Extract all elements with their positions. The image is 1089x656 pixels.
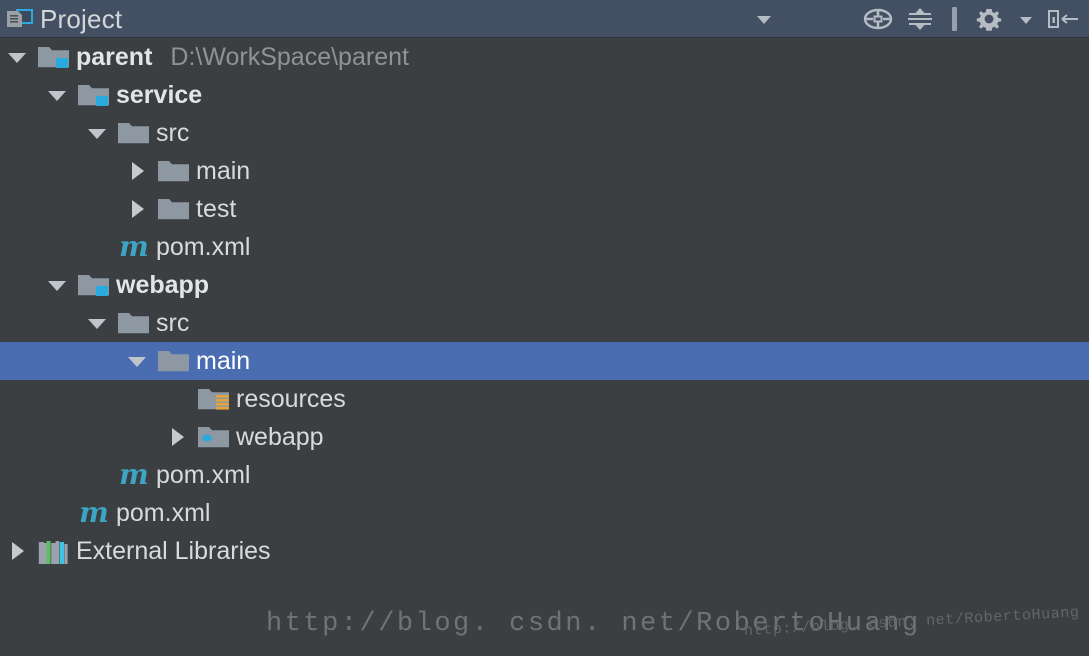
tree-row[interactable]: m pom.xml: [0, 456, 1089, 494]
tree-toggle-collapsed[interactable]: [120, 190, 154, 228]
tool-window-title: Project: [40, 3, 123, 34]
folder-icon: [154, 152, 194, 190]
tree-row[interactable]: src: [0, 304, 1089, 342]
project-tool-window: Project parent D:\WorkSpace\parent servi…: [0, 0, 1089, 656]
tree-toggle-expanded[interactable]: [80, 304, 114, 342]
tree-node-label: test: [196, 194, 237, 223]
tree-row[interactable]: webapp: [0, 266, 1089, 304]
module-folder-icon: [74, 76, 114, 114]
tree-row[interactable]: parent D:\WorkSpace\parent: [0, 38, 1089, 76]
maven-pom-icon: m: [119, 230, 149, 263]
tree-toggle-placeholder: [80, 228, 114, 266]
tree-toggle-placeholder: [160, 380, 194, 418]
project-tree[interactable]: parent D:\WorkSpace\parent service src main t…: [0, 38, 1089, 656]
project-view-icon: [4, 6, 34, 32]
folder-icon: [114, 304, 154, 342]
tree-row[interactable]: m pom.xml: [0, 494, 1089, 532]
tree-toggle-collapsed[interactable]: [160, 418, 194, 456]
tree-toggle-collapsed[interactable]: [0, 532, 34, 570]
tree-toggle-placeholder: [40, 494, 74, 532]
tree-node-label: src: [156, 118, 190, 147]
folder-icon: [154, 342, 194, 380]
tree-node-label: webapp: [236, 422, 324, 451]
tree-node-label: main: [196, 156, 251, 185]
scroll-from-source-button[interactable]: [858, 2, 898, 36]
tree-row[interactable]: main: [0, 342, 1089, 380]
tree-node-label: service: [116, 80, 203, 109]
tool-window-toolbar: [744, 2, 1083, 36]
tree-node-label: pom.xml: [156, 232, 251, 261]
tree-toggle-collapsed[interactable]: [120, 152, 154, 190]
tree-row[interactable]: resources: [0, 380, 1089, 418]
folder-icon: [114, 114, 154, 152]
settings-button[interactable]: [969, 2, 1009, 36]
tree-node-label: webapp: [116, 270, 210, 299]
tool-window-header-left: Project: [4, 6, 122, 32]
tree-row[interactable]: main: [0, 152, 1089, 190]
tree-toggle-expanded[interactable]: [40, 266, 74, 304]
tree-toggle-placeholder: [80, 456, 114, 494]
tree-row[interactable]: service: [0, 76, 1089, 114]
tree-toggle-expanded[interactable]: [0, 38, 34, 76]
resources-folder-icon: [194, 380, 234, 418]
tree-row[interactable]: m pom.xml: [0, 228, 1089, 266]
tree-node-label: src: [156, 308, 190, 337]
tree-row[interactable]: webapp: [0, 418, 1089, 456]
maven-pom-icon: m: [79, 496, 109, 529]
tree-row[interactable]: External Libraries: [0, 532, 1089, 570]
tree-node-label: External Libraries: [76, 536, 271, 565]
tree-toggle-expanded[interactable]: [80, 114, 114, 152]
toolbar-separator: [952, 6, 957, 31]
hide-panel-button[interactable]: [1043, 2, 1083, 36]
tree-node-path: D:\WorkSpace\parent: [170, 42, 409, 71]
tree-row[interactable]: test: [0, 190, 1089, 228]
tool-window-header: Project: [0, 0, 1089, 38]
collapse-all-button[interactable]: [900, 2, 940, 36]
maven-pom-icon: m: [119, 458, 149, 491]
external-libraries-icon: [34, 532, 74, 570]
tree-node-label: parent: [76, 42, 153, 71]
tree-node-label: pom.xml: [116, 498, 211, 527]
tree-node-label: pom.xml: [156, 460, 251, 489]
settings-dropdown-arrow[interactable]: [1011, 2, 1041, 36]
tree-node-label: main: [196, 346, 251, 375]
web-folder-icon: [194, 418, 234, 456]
tree-node-label: resources: [236, 384, 346, 413]
view-options-dropdown[interactable]: [744, 2, 784, 36]
tree-row[interactable]: src: [0, 114, 1089, 152]
module-folder-icon: [34, 38, 74, 76]
module-folder-icon: [74, 266, 114, 304]
folder-icon: [154, 190, 194, 228]
tree-toggle-expanded[interactable]: [120, 342, 154, 380]
tree-toggle-expanded[interactable]: [40, 76, 74, 114]
